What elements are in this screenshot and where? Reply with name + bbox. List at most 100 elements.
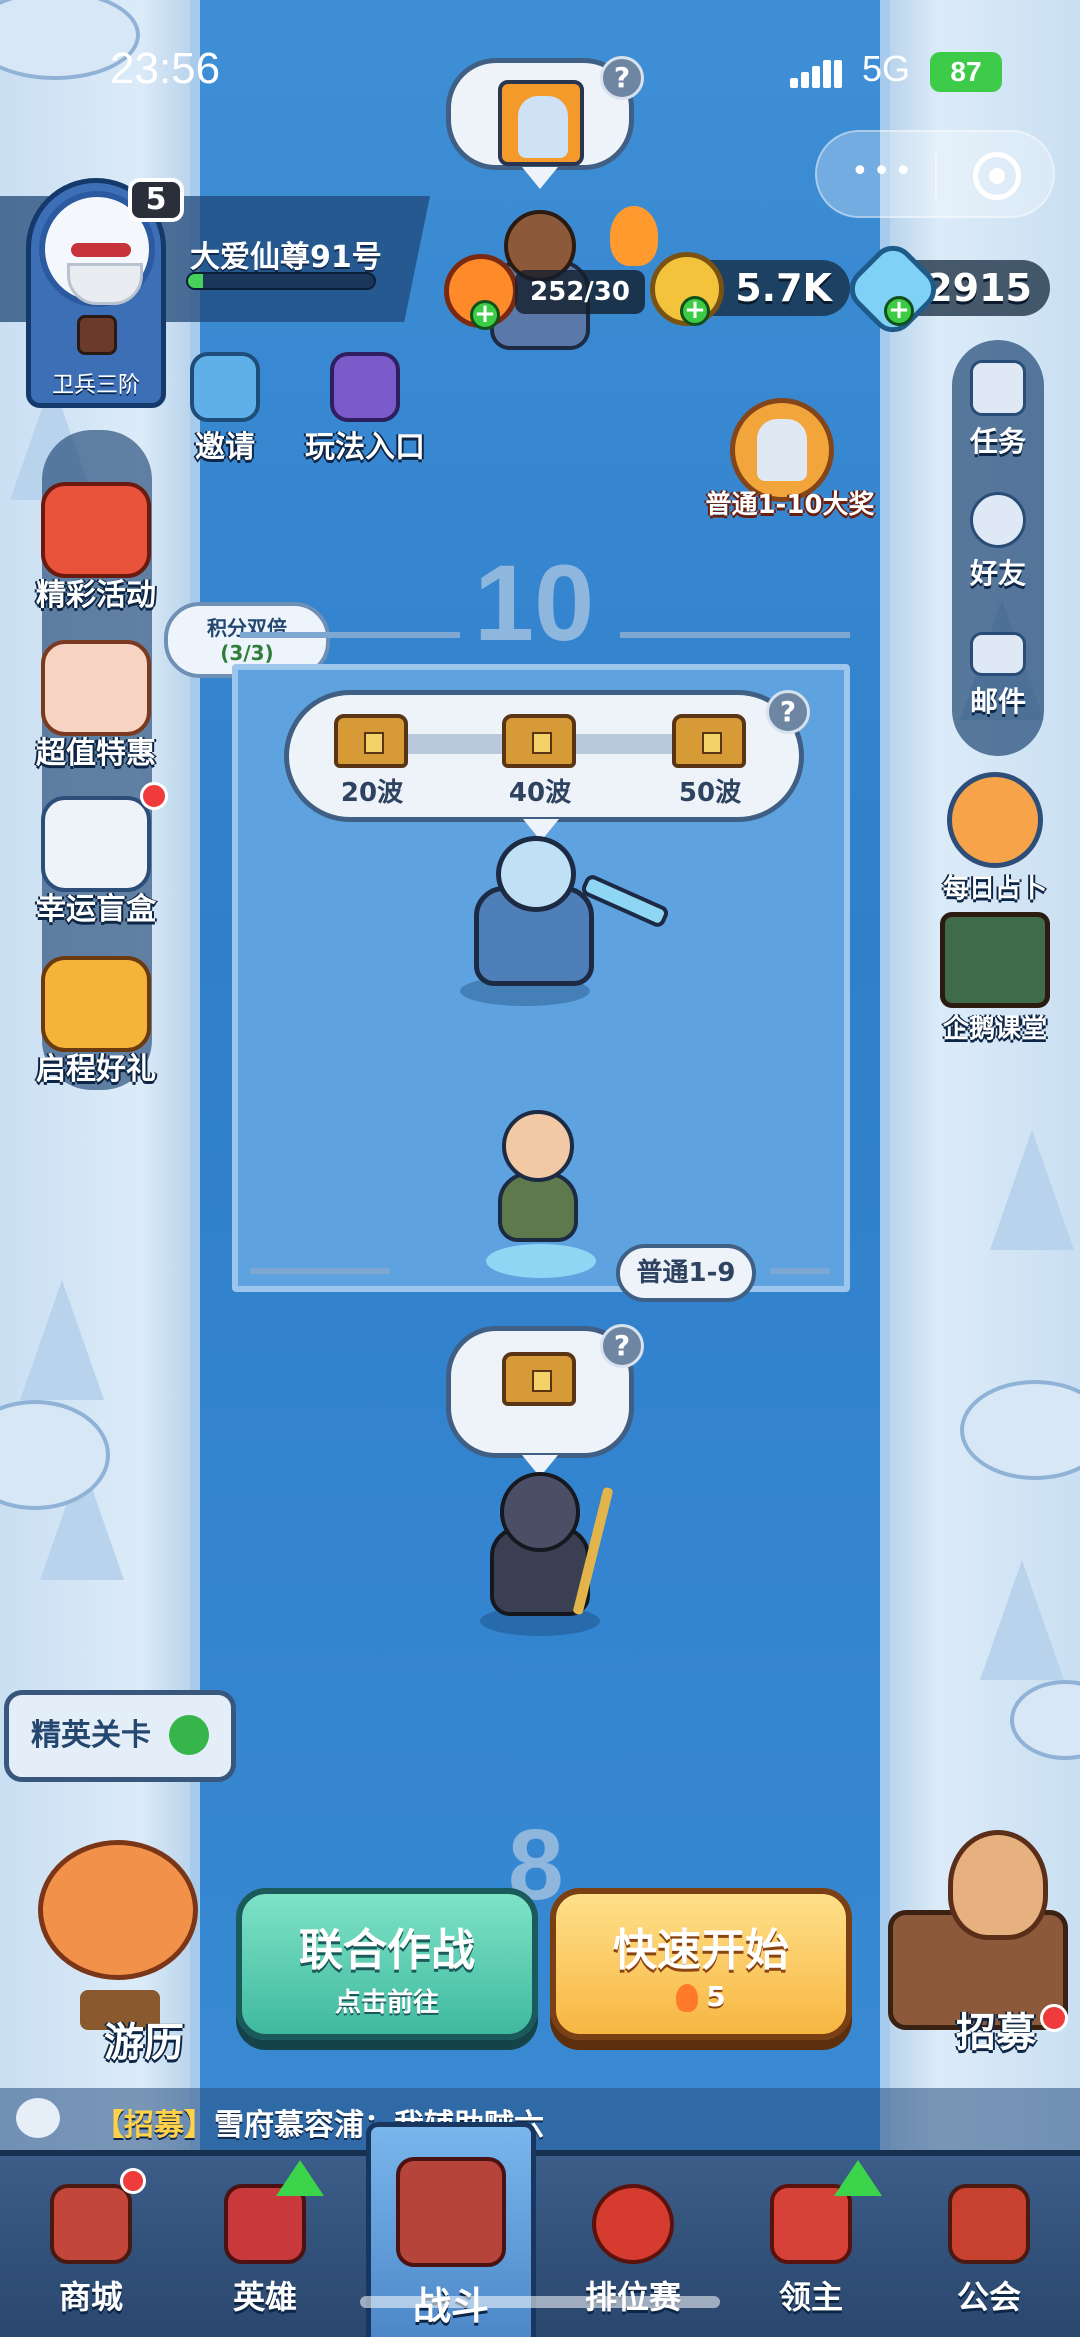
wave-chest-label: 50波 [678, 778, 742, 808]
wave-chest-icon[interactable] [672, 714, 746, 768]
guild-hall-icon [948, 2184, 1030, 2264]
gameplay-entry[interactable]: 玩法入口 [290, 352, 440, 466]
nav-ranked[interactable]: 排位赛 [546, 2156, 720, 2337]
chat-tag: 【招募】 [94, 2108, 214, 2143]
invite-penguin-icon [190, 352, 260, 422]
nav-lord-label: 领主 [778, 2278, 843, 2316]
gold-value: 5.7K [735, 266, 832, 310]
mail-label: 邮件 [969, 685, 1026, 718]
friends-label: 好友 [969, 557, 1026, 590]
exp-bar [186, 272, 376, 290]
blindbox-label: 幸运盲盒 [36, 892, 156, 927]
gamepad-icon [330, 352, 400, 422]
nav-hero[interactable]: 英雄 [178, 2156, 352, 2337]
snow-tree [980, 1560, 1064, 1680]
boss-portrait-icon [498, 80, 584, 166]
shop-chest-icon [50, 2184, 132, 2264]
invite-entry[interactable]: 邀请 [180, 352, 270, 466]
double-points-count: (3/3) [220, 641, 274, 665]
help-icon[interactable]: ? [600, 56, 644, 100]
home-indicator [360, 2296, 720, 2308]
hero-card-icon [224, 2184, 306, 2264]
player-name: 大爱仙尊91号 [190, 240, 382, 275]
snow-tree [20, 1280, 104, 1400]
nav-shop[interactable]: 商城 [4, 2156, 178, 2337]
recruit-npc-icon [948, 1830, 1048, 1940]
battery-icon: 87 [930, 52, 1002, 92]
event-entry[interactable]: 精彩活动 [6, 482, 186, 614]
travel-entry[interactable]: 游历 [18, 1840, 218, 2066]
cake-icon [41, 640, 151, 736]
travel-label: 游历 [104, 2020, 184, 2066]
deal-entry[interactable]: 超值特惠 [6, 640, 186, 772]
rank-chest-icon [77, 315, 117, 355]
refresh-icon [169, 1715, 209, 1755]
nav-guild[interactable]: 公会 [902, 2156, 1076, 2337]
torch-flame-icon [610, 206, 658, 266]
recruit-label: 招募 [956, 2010, 1036, 2056]
help-icon[interactable]: ? [600, 1324, 644, 1368]
friends-entry[interactable]: 好友 [952, 492, 1044, 592]
level-badge: 5 [128, 178, 184, 222]
notify-dot [140, 782, 168, 810]
coop-title: 联合作战 [299, 1925, 475, 1976]
notify-dot [1040, 2004, 1068, 2032]
stage-divider [770, 1268, 830, 1274]
nav-guild-label: 公会 [956, 2278, 1021, 2316]
nav-ranked-label: 排位赛 [546, 2272, 720, 2318]
more-icon[interactable]: ••• [851, 157, 916, 187]
mail-icon [970, 632, 1026, 676]
phoenix-icon [41, 956, 151, 1052]
chat-bubble-icon [16, 2098, 60, 2138]
stage-divider [620, 632, 850, 638]
elite-stage-label: 精英关卡 [31, 1718, 151, 1753]
divination-entry[interactable]: 每日占卜 [910, 772, 1080, 905]
gems-value: 2915 [926, 266, 1032, 310]
knot-icon [592, 2184, 674, 2264]
status-time: 23:56 [110, 44, 221, 93]
stamina-fire-icon [676, 1984, 699, 2012]
add-gems-button[interactable]: + [884, 296, 914, 326]
starter-gift-entry[interactable]: 启程好礼 [6, 956, 186, 1088]
add-stamina-button[interactable]: + [470, 300, 500, 330]
wave-chest-icon[interactable] [334, 714, 408, 768]
exp-fill [188, 274, 203, 288]
blindbox-entry[interactable]: 幸运盲盒 [6, 796, 186, 928]
battle-rockets-icon [396, 2157, 506, 2267]
wave-chest-label: 40波 [508, 778, 572, 808]
clover-card-icon [41, 796, 151, 892]
nav-hero-label: 英雄 [232, 2278, 297, 2316]
task-icon [970, 360, 1026, 416]
quick-start-button[interactable]: 快速开始 5 [550, 1888, 852, 2040]
invite-label: 邀请 [195, 430, 255, 465]
mail-entry[interactable]: 邮件 [952, 624, 1044, 720]
help-icon[interactable]: ? [766, 690, 810, 734]
event-label: 精彩活动 [36, 578, 156, 613]
grand-prize-label: 普通1-10大奖 [705, 490, 875, 520]
notify-dot [120, 2168, 146, 2194]
world-chat-bar[interactable]: 【招募】雪府慕容浦：我辅助贼六 [0, 2088, 1080, 2152]
wave-chest-icon[interactable] [502, 714, 576, 768]
network-type: 5G [862, 48, 911, 89]
quick-start-cost: 5 [706, 1980, 726, 2013]
task-entry[interactable]: 任务 [952, 360, 1044, 460]
divination-label: 每日占卜 [942, 874, 1047, 904]
elite-stage-button[interactable]: 精英关卡 [4, 1690, 236, 1782]
add-gold-button[interactable]: + [680, 296, 710, 326]
upgrade-arrow-icon [276, 2160, 324, 2196]
wizard-enemy [470, 1466, 630, 1626]
capsule-divider [935, 154, 937, 198]
reward-chest-icon [502, 1352, 576, 1406]
close-icon[interactable] [973, 152, 1021, 200]
ice-boss [450, 830, 671, 1000]
miniprogram-capsule: ••• [815, 130, 1055, 218]
player-hero [480, 1110, 600, 1260]
deal-label: 超值特惠 [36, 736, 156, 771]
task-label: 任务 [969, 425, 1026, 458]
rank-label: 卫兵三阶 [51, 373, 140, 398]
nav-shop-label: 商城 [58, 2278, 123, 2316]
penguin-class-entry[interactable]: 企鹅课堂 [910, 912, 1080, 1045]
stage-tag[interactable]: 普通1-9 [616, 1244, 756, 1302]
coop-battle-button[interactable]: 联合作战 点击前往 [236, 1888, 538, 2040]
lucky-bag-icon [41, 482, 151, 578]
